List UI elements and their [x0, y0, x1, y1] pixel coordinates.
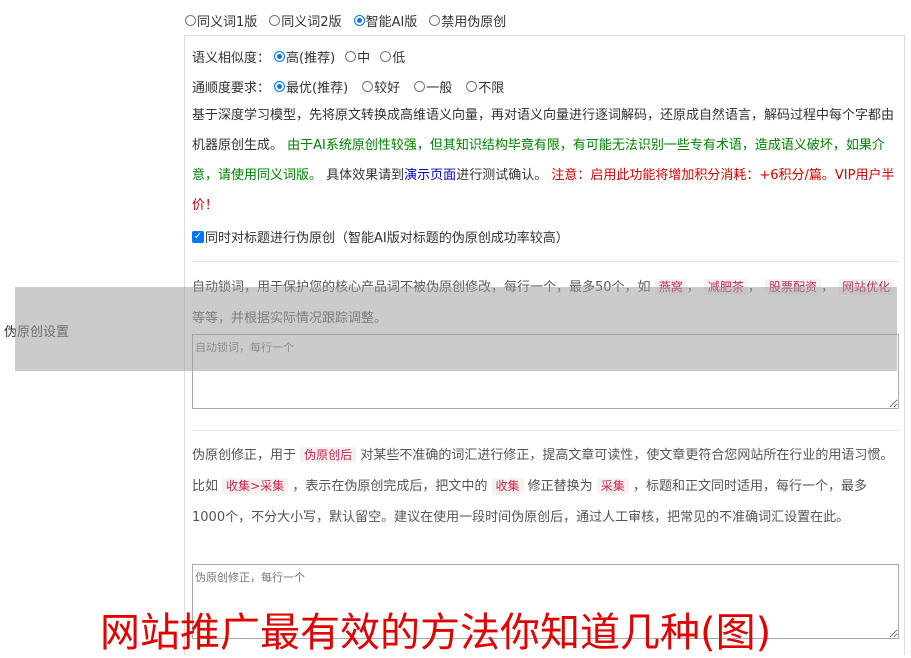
radio-circle-icon[interactable] — [414, 80, 426, 92]
checkbox-checked-icon[interactable]: ✓ — [192, 230, 204, 243]
watermark-caption: 网站推广最有效的方法你知道几种(图) — [100, 610, 772, 656]
example-tag: 收集 — [491, 478, 524, 494]
radio-label: 不限 — [478, 80, 505, 96]
correction-description: 伪原创修正，用于 伪原创后 对某些不准确的词汇进行修正，提高文章可读性，使文章更… — [192, 440, 900, 533]
radio-label: 高(推荐) — [286, 50, 336, 66]
example-tag: 收集>采集 — [222, 478, 289, 494]
example-tag: 伪原创后 — [300, 447, 357, 463]
radio-fluency-any[interactable]: 不限 — [466, 77, 504, 96]
radio-circle-icon[interactable] — [466, 80, 478, 92]
radio-selected-icon[interactable] — [274, 50, 286, 62]
correction-text: 伪原创修正，用于 — [192, 448, 297, 463]
lock-words-input[interactable] — [192, 334, 899, 409]
radio-similarity-mid[interactable]: 中 — [345, 47, 370, 66]
radio-circle-icon[interactable] — [380, 50, 392, 62]
description-text: 具体效果请到 — [326, 168, 405, 183]
radio-disable[interactable]: 禁用伪原创 — [429, 11, 506, 30]
similarity-row: 语义相似度： 高(推荐) 中 低 — [192, 46, 417, 66]
example-tag: 减肥茶 — [703, 279, 748, 295]
description-text: 进行测试确认。 — [456, 168, 548, 183]
fluency-row: 通顺度要求： 最优(推荐) 较好 一般 不限 — [192, 76, 516, 96]
example-tag: 股票配资 — [765, 279, 822, 295]
lock-words-description: 自动锁词，用于保护您的核心产品词不被伪原创修改，每行一个，最多50个，如 燕窝，… — [192, 272, 900, 334]
radio-label: 中 — [357, 50, 371, 66]
similarity-label: 语义相似度： — [192, 50, 271, 66]
radio-label: 同义词1版 — [197, 14, 258, 30]
radio-circle-icon[interactable] — [362, 80, 374, 92]
radio-ai-version[interactable]: 智能AI版 — [353, 11, 418, 30]
example-tag: 网站优化 — [838, 279, 895, 295]
correction-text: 修正替换为 — [527, 479, 593, 494]
fluency-label: 通顺度要求： — [192, 80, 271, 96]
section-label: 伪原创设置 — [4, 325, 70, 340]
radio-similarity-low[interactable]: 低 — [380, 47, 405, 66]
radio-label: 较好 — [374, 80, 401, 96]
radio-circle-icon[interactable] — [429, 14, 441, 26]
radio-fluency-good[interactable]: 较好 — [362, 77, 400, 96]
lock-words-text: 等等，并根据实际情况跟踪调整。 — [192, 311, 388, 326]
radio-fluency-best[interactable]: 最优(推荐) — [274, 77, 348, 96]
divider — [192, 430, 899, 431]
radio-synonym-v2[interactable]: 同义词2版 — [269, 11, 342, 30]
radio-label: 低 — [392, 50, 406, 66]
radio-synonym-v1[interactable]: 同义词1版 — [185, 11, 257, 30]
radio-selected-icon[interactable] — [274, 80, 286, 92]
demo-page-link[interactable]: 演示页面 — [404, 168, 456, 183]
lock-words-text: 自动锁词，用于保护您的核心产品词不被伪原创修改，每行一个，最多50个，如 — [192, 280, 651, 295]
example-tag: 采集 — [596, 478, 629, 494]
radio-label: 一般 — [426, 80, 453, 96]
radio-label: 禁用伪原创 — [441, 14, 507, 30]
radio-label: 智能AI版 — [365, 14, 418, 30]
radio-fluency-normal[interactable]: 一般 — [414, 77, 452, 96]
example-tag: 燕窝 — [654, 279, 687, 295]
radio-label: 同义词2版 — [281, 14, 342, 30]
title-rewrite-option[interactable]: ✓ 同时对标题进行伪原创（智能AI版对标题的伪原创成功率较高） — [192, 227, 569, 246]
radio-circle-icon[interactable] — [269, 14, 281, 26]
radio-similarity-high[interactable]: 高(推荐) — [274, 47, 335, 66]
divider — [192, 261, 899, 262]
title-rewrite-label: 同时对标题进行伪原创（智能AI版对标题的伪原创成功率较高） — [205, 231, 569, 246]
correction-text: ，表示在伪原创完成后，把文中的 — [292, 479, 488, 494]
radio-circle-icon[interactable] — [345, 50, 357, 62]
radio-label: 最优(推荐) — [286, 80, 349, 96]
radio-selected-icon[interactable] — [353, 14, 365, 26]
version-radio-group: 同义词1版 同义词2版 智能AI版 禁用伪原创 — [185, 10, 518, 30]
ai-description: 基于深度学习模型，先将原文转换成高维语义向量，再对语义向量进行逐词解码，还原成自… — [192, 101, 897, 221]
radio-circle-icon[interactable] — [185, 14, 196, 26]
